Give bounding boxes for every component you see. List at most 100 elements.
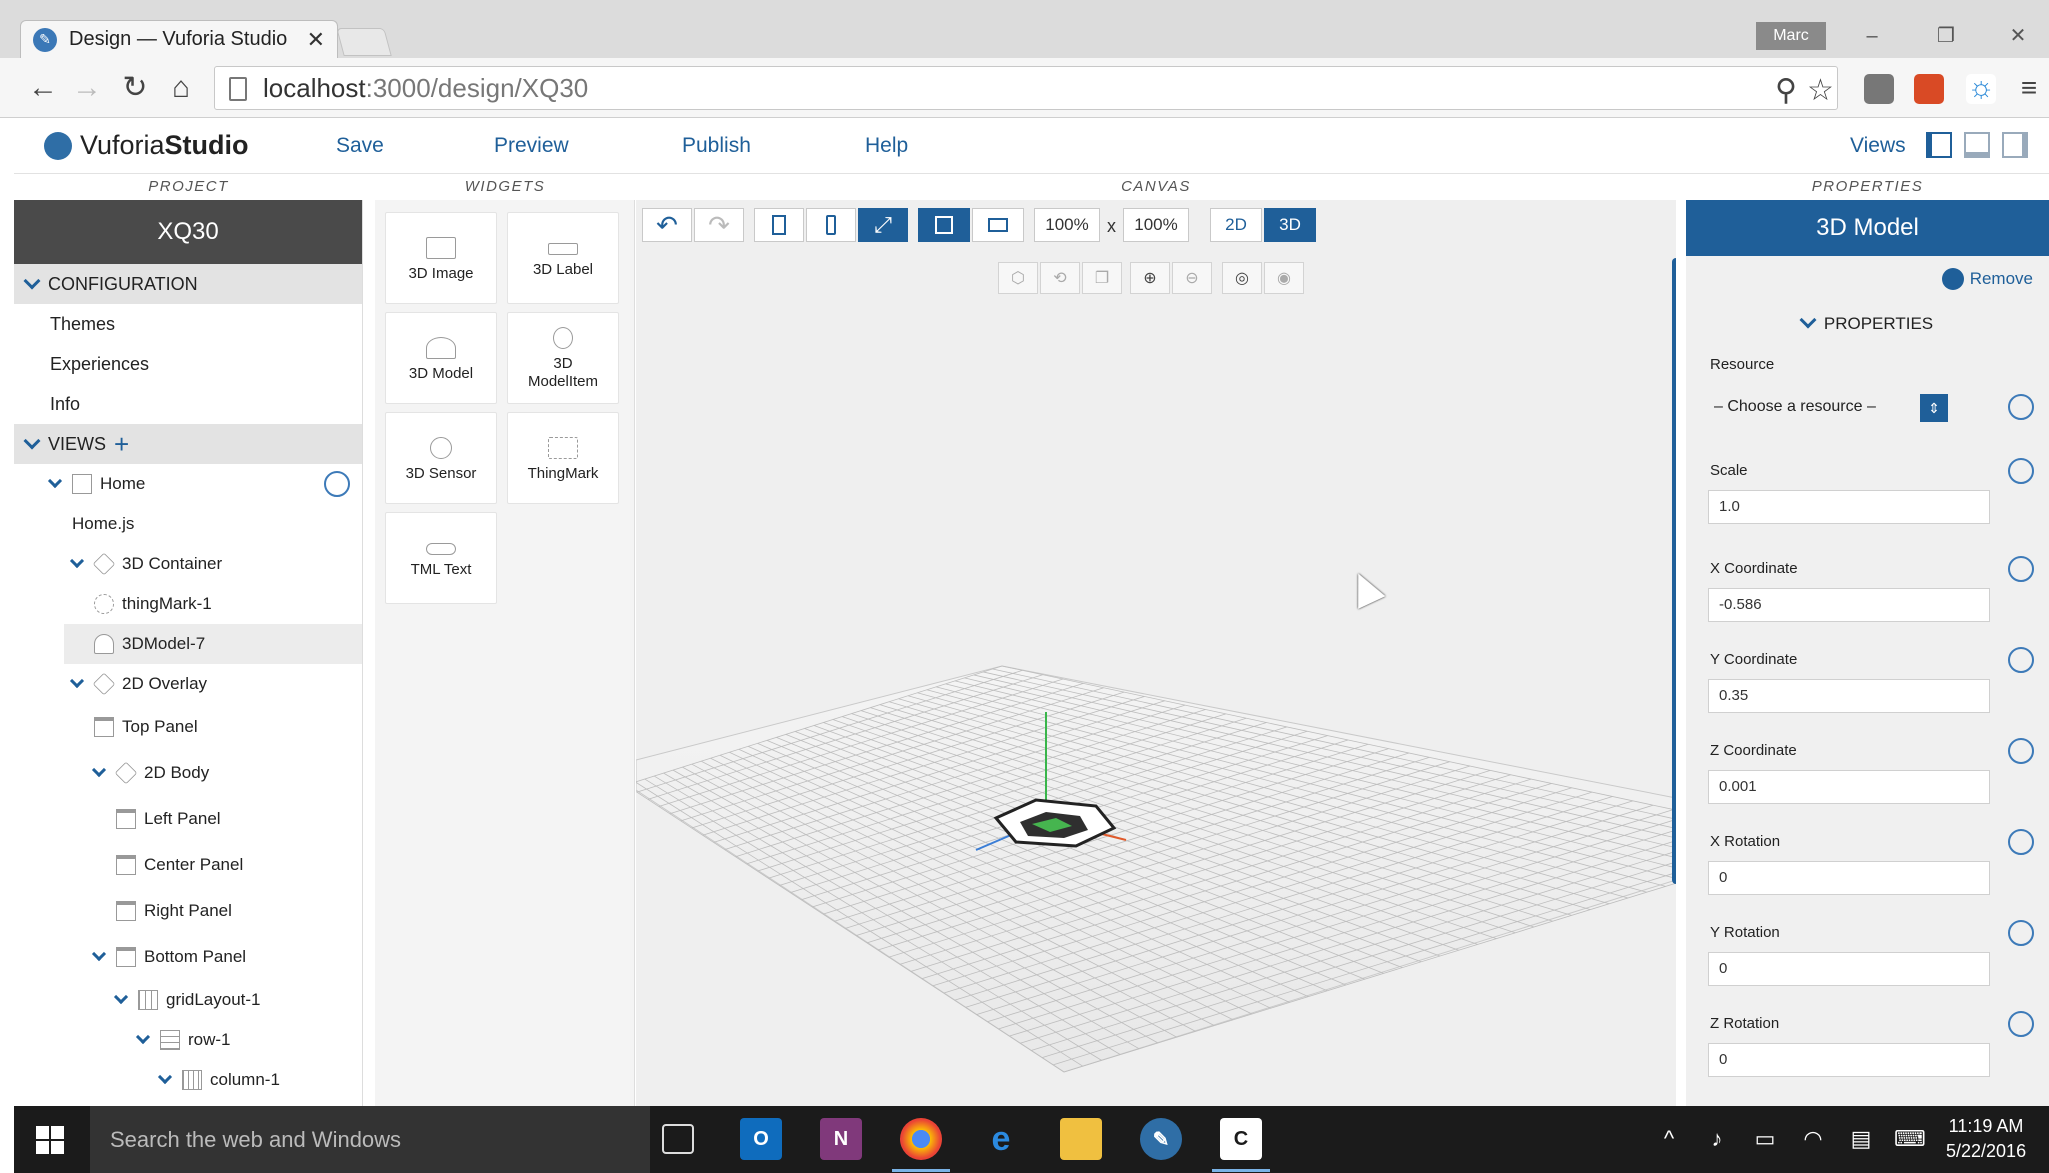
chevron-down-icon[interactable] xyxy=(69,673,85,689)
url-input[interactable]: localhost:3000/design/XQ30 ⚲ ☆ xyxy=(214,66,1838,110)
tree-item-left-panel[interactable]: Left Panel xyxy=(14,796,362,842)
chrome-icon[interactable] xyxy=(892,1118,950,1172)
tree-item-3d-container[interactable]: 3D Container xyxy=(14,544,362,584)
user-profile-badge[interactable]: Marc xyxy=(1756,22,1826,50)
outlook-icon[interactable]: O xyxy=(740,1118,782,1160)
z-rotation-input[interactable]: 0 xyxy=(1708,1043,1990,1077)
widget-3d-image[interactable]: 3D Image xyxy=(385,212,497,304)
new-tab-button[interactable] xyxy=(336,28,392,56)
tree-item-grid-layout[interactable]: gridLayout-1 xyxy=(14,980,362,1020)
properties-section-toggle[interactable]: PROPERTIES xyxy=(1686,311,2049,334)
home-icon[interactable]: ⌂ xyxy=(164,72,198,106)
battery-icon[interactable]: ▭ xyxy=(1752,1126,1778,1152)
file-explorer-icon[interactable] xyxy=(1060,1118,1102,1160)
resource-select[interactable]: – Choose a resource – ⇕ xyxy=(1708,390,1948,424)
widget-3d-modelitem[interactable]: 3D ModelItem xyxy=(507,312,619,404)
wifi-icon[interactable]: ◠ xyxy=(1800,1126,1826,1152)
z-coordinate-input[interactable]: 0.001 xyxy=(1708,770,1990,804)
forward-icon[interactable]: → xyxy=(70,72,104,106)
tree-item-center-panel[interactable]: Center Panel xyxy=(14,842,362,888)
y-rotation-input[interactable]: 0 xyxy=(1708,952,1990,986)
widget-3d-sensor[interactable]: 3D Sensor xyxy=(385,412,497,504)
bookmark-star-icon[interactable]: ☆ xyxy=(1807,73,1834,108)
view-bottom-panel-toggle[interactable] xyxy=(1964,132,1990,158)
camtasia-icon[interactable]: C xyxy=(1212,1118,1270,1172)
minimize-icon[interactable]: – xyxy=(1852,22,1892,50)
keyboard-icon[interactable]: ⌨ xyxy=(1894,1126,1926,1152)
restore-icon[interactable]: ❐ xyxy=(1926,22,1966,50)
canvas-panel[interactable]: ↶ ↷ ⤢ 100% x 100% 2D 3D ⬡ ⟲ ❐ ⊕ ⊖ ◎ ◉ xyxy=(636,200,1676,1106)
z-rotation-binding-icon[interactable] xyxy=(2008,1011,2034,1037)
widget-3d-label[interactable]: 3D Label xyxy=(507,212,619,304)
views-section-toggle[interactable]: VIEWS + xyxy=(14,424,362,464)
scale-binding-icon[interactable] xyxy=(2008,458,2034,484)
sun-extension-icon[interactable]: ☼ xyxy=(1966,73,1996,104)
chevron-down-icon[interactable] xyxy=(157,1069,173,1085)
taskbar-search-input[interactable]: Search the web and Windows xyxy=(90,1106,650,1173)
menu-icon[interactable]: ≡ xyxy=(2012,72,2046,106)
preview-button[interactable]: Preview xyxy=(494,134,569,158)
remove-button[interactable]: Remove xyxy=(1941,268,2033,290)
y-rotation-binding-icon[interactable] xyxy=(2008,920,2034,946)
window-close-icon[interactable]: ✕ xyxy=(1998,22,2038,50)
tray-expand-icon[interactable]: ^ xyxy=(1656,1126,1682,1152)
widget-tml-text[interactable]: TML Text xyxy=(385,512,497,604)
chevron-down-icon[interactable] xyxy=(135,1029,151,1045)
resource-binding-icon[interactable] xyxy=(2008,394,2034,420)
windows-start-icon[interactable] xyxy=(36,1126,64,1154)
tree-item-top-panel[interactable]: Top Panel xyxy=(14,704,362,750)
scale-input[interactable]: 1.0 xyxy=(1708,490,1990,524)
chevron-down-icon[interactable] xyxy=(113,989,129,1005)
volume-icon[interactable]: ♪ xyxy=(1704,1126,1730,1152)
x-coordinate-input[interactable]: -0.586 xyxy=(1708,588,1990,622)
configuration-section-toggle[interactable]: CONFIGURATION xyxy=(14,264,362,304)
tree-item-column[interactable]: column-1 xyxy=(14,1060,362,1100)
chevron-down-icon[interactable] xyxy=(47,473,63,489)
save-button[interactable]: Save xyxy=(336,134,384,158)
publish-button[interactable]: Publish xyxy=(682,134,751,158)
add-view-icon[interactable]: + xyxy=(114,431,129,457)
tree-item-home-js[interactable]: Home.js xyxy=(14,504,362,544)
config-item-info[interactable]: Info xyxy=(14,384,362,424)
tab-close-icon[interactable]: ✕ xyxy=(307,27,325,53)
canvas-scrollbar[interactable] xyxy=(1672,258,1676,884)
extension-icon[interactable] xyxy=(1864,74,1894,104)
x-rotation-binding-icon[interactable] xyxy=(2008,829,2034,855)
y-coordinate-binding-icon[interactable] xyxy=(2008,647,2034,673)
tree-item-thingmark[interactable]: thingMark-1 xyxy=(14,584,362,624)
chevron-down-icon[interactable] xyxy=(91,946,107,962)
z-coordinate-binding-icon[interactable] xyxy=(2008,738,2034,764)
chevron-down-icon[interactable] xyxy=(69,553,85,569)
config-item-experiences[interactable]: Experiences xyxy=(14,344,362,384)
back-icon[interactable]: ← xyxy=(26,72,60,106)
x-coordinate-binding-icon[interactable] xyxy=(2008,556,2034,582)
config-item-themes[interactable]: Themes xyxy=(14,304,362,344)
reload-icon[interactable]: ↻ xyxy=(118,72,152,106)
widget-thingmark[interactable]: ThingMark xyxy=(507,412,619,504)
notifications-icon[interactable]: ▤ xyxy=(1848,1126,1874,1152)
chevron-down-icon[interactable] xyxy=(91,762,107,778)
taskbar-clock[interactable]: 11:19 AM 5/22/2016 xyxy=(1946,1114,2026,1164)
internet-explorer-icon[interactable]: e xyxy=(980,1118,1022,1160)
onenote-icon[interactable]: N xyxy=(820,1118,862,1160)
tree-item-2d-body[interactable]: 2D Body xyxy=(14,750,362,796)
tree-item-row[interactable]: row-1 xyxy=(14,1020,362,1060)
widget-label: 3D xyxy=(553,355,573,372)
tree-item-bottom-panel[interactable]: Bottom Panel xyxy=(14,934,362,980)
widget-3d-model[interactable]: 3D Model xyxy=(385,312,497,404)
tree-item-right-panel[interactable]: Right Panel xyxy=(14,888,362,934)
y-coordinate-input[interactable]: 0.35 xyxy=(1708,679,1990,713)
tree-item-3dmodel[interactable]: 3DModel-7 xyxy=(64,624,362,664)
view-right-panel-toggle[interactable] xyxy=(2002,132,2028,158)
vuforia-app-icon[interactable]: ✎ xyxy=(1140,1118,1182,1160)
zoom-icon[interactable]: ⚲ xyxy=(1775,73,1797,108)
binding-circle-icon[interactable] xyxy=(324,471,350,497)
task-view-icon[interactable] xyxy=(662,1124,694,1154)
browser-tab[interactable]: ✎ Design — Vuforia Studio ✕ xyxy=(20,20,338,58)
help-button[interactable]: Help xyxy=(865,134,908,158)
x-rotation-input[interactable]: 0 xyxy=(1708,861,1990,895)
tree-item-2d-overlay[interactable]: 2D Overlay xyxy=(14,664,362,704)
view-left-panel-toggle[interactable] xyxy=(1926,132,1952,158)
tree-item-home[interactable]: Home xyxy=(14,464,362,504)
office-icon[interactable] xyxy=(1914,74,1944,104)
